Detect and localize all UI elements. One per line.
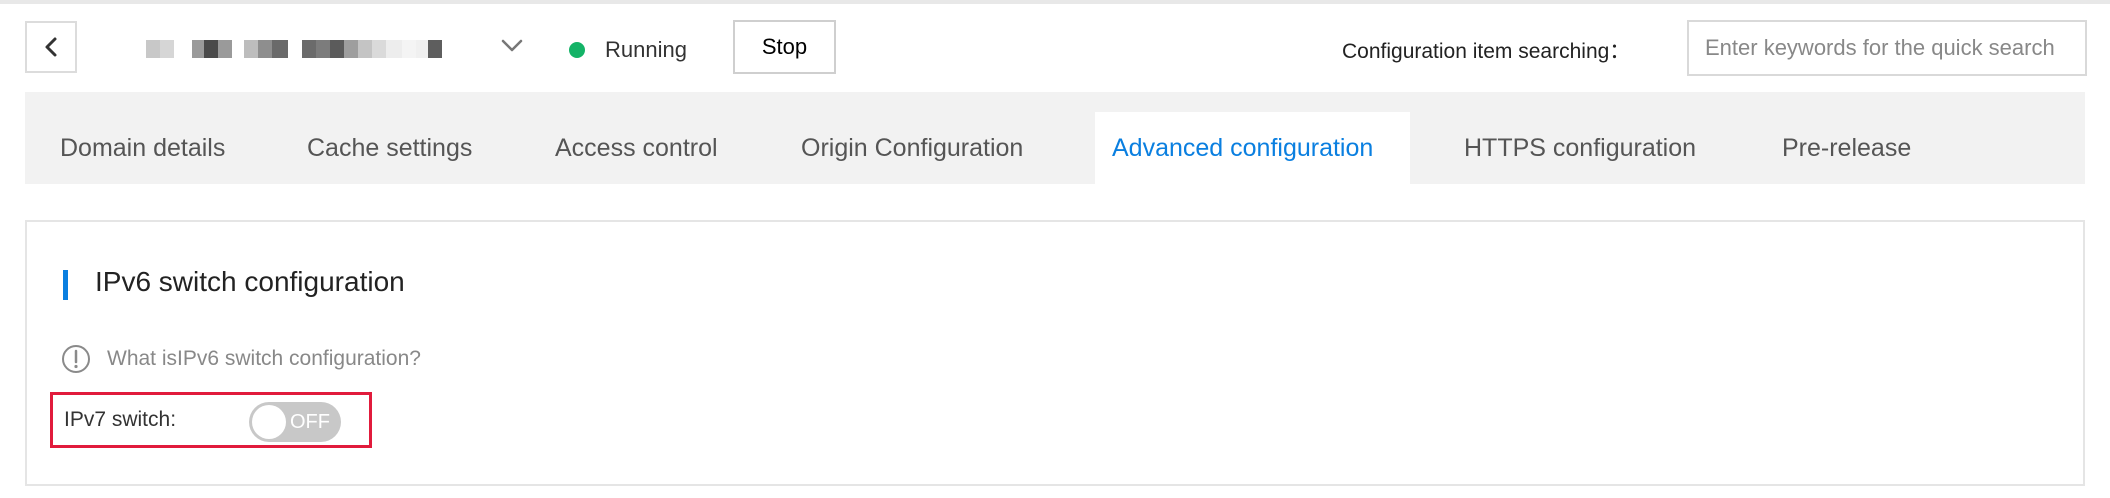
back-button[interactable] <box>25 21 77 73</box>
status-dot <box>569 42 585 58</box>
tab-bar: Domain details Cache settings Access con… <box>25 92 2085 184</box>
toggle-state-text: OFF <box>290 411 330 433</box>
ipv6-switch-label: IPv7 switch: <box>64 408 177 431</box>
tab-https-configuration[interactable]: HTTPS configuration <box>1464 112 1696 184</box>
tab-advanced-configuration[interactable]: Advanced configuration <box>1095 112 1410 184</box>
stop-button[interactable]: Stop <box>733 20 836 74</box>
search-input[interactable] <box>1687 20 2087 76</box>
tab-origin-configuration[interactable]: Origin Configuration <box>801 112 1023 184</box>
tab-pre-release[interactable]: Pre-release <box>1782 112 1911 184</box>
tab-access-control[interactable]: Access control <box>555 112 718 184</box>
header-bar: Running Stop Configuration item searchin… <box>0 4 2110 90</box>
chevron-left-icon <box>45 37 57 57</box>
toggle-knob <box>252 405 286 439</box>
tab-cache-settings[interactable]: Cache settings <box>307 112 472 184</box>
help-link[interactable]: What isIPv6 switch configuration? <box>107 347 421 371</box>
section-title: IPv6 switch configuration <box>95 266 405 297</box>
domain-name-redacted[interactable] <box>146 40 442 58</box>
status-text: Running <box>605 37 687 62</box>
exclamation-circle-icon <box>62 345 90 373</box>
chevron-down-icon[interactable] <box>500 38 524 54</box>
ipv6-config-panel: IPv6 switch configuration What isIPv6 sw… <box>25 220 2085 486</box>
section-accent-bar <box>63 270 68 300</box>
ipv6-switch-toggle[interactable]: OFF <box>249 402 341 442</box>
tab-domain-details[interactable]: Domain details <box>60 112 225 184</box>
cdn-domain-config-page: Running Stop Configuration item searchin… <box>0 0 2110 498</box>
search-label: Configuration item searching： <box>1342 40 1631 63</box>
